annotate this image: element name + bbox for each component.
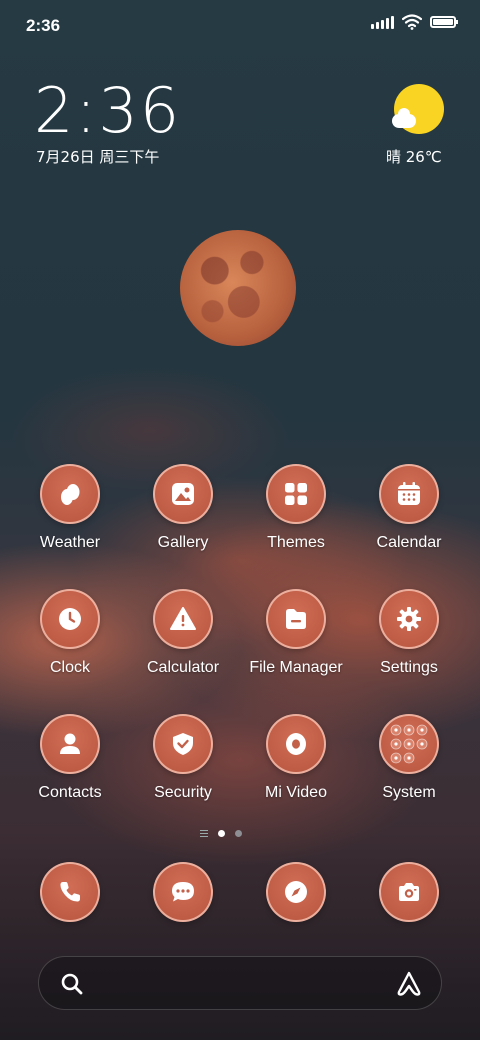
page-indicator[interactable]	[200, 830, 242, 837]
video-icon[interactable]	[266, 714, 326, 774]
clock-widget-date[interactable]: 7月26日 周三下午	[36, 146, 159, 167]
gallery-icon[interactable]	[153, 464, 213, 524]
weather-widget-text[interactable]: 晴 26℃	[386, 146, 442, 167]
battery-icon	[430, 16, 458, 28]
contacts-icon[interactable]	[40, 714, 100, 774]
camera-icon[interactable]	[379, 862, 439, 922]
cloud-icon	[392, 108, 416, 128]
messages-icon[interactable]	[153, 862, 213, 922]
dock-browser[interactable]	[241, 862, 351, 922]
clock-icon[interactable]	[40, 589, 100, 649]
app-gallery[interactable]: Gallery	[128, 464, 238, 552]
app-label: Security	[154, 784, 212, 801]
weather-icon[interactable]	[40, 464, 100, 524]
page-dot-active[interactable]	[218, 830, 225, 837]
clock-widget-time[interactable]: 2:36	[34, 74, 181, 147]
app-system-folder[interactable]: System	[354, 714, 464, 802]
calendar-icon[interactable]	[379, 464, 439, 524]
assistant-icon[interactable]	[395, 970, 423, 998]
app-label: Settings	[380, 659, 438, 676]
dock-camera[interactable]	[354, 862, 464, 922]
app-label: File Manager	[249, 659, 343, 676]
app-label: Calculator	[146, 659, 220, 676]
app-calendar[interactable]: Calendar	[354, 464, 464, 552]
wifi-icon	[402, 14, 422, 30]
app-label: Contacts	[38, 784, 102, 801]
app-security[interactable]: Security	[128, 714, 238, 802]
search-icon[interactable]	[59, 971, 85, 997]
app-label: Themes	[267, 534, 325, 551]
status-bar: 2:36	[0, 0, 480, 50]
gear-icon[interactable]	[379, 589, 439, 649]
app-weather[interactable]: Weather	[15, 464, 125, 552]
app-themes[interactable]: Themes	[241, 464, 351, 552]
app-label: Clock	[49, 659, 90, 676]
app-label: Gallery	[157, 534, 209, 551]
file-manager-icon[interactable]	[266, 589, 326, 649]
menu-icon[interactable]	[200, 830, 208, 837]
themes-icon[interactable]	[266, 464, 326, 524]
app-clock[interactable]: Clock	[15, 589, 125, 677]
weather-widget-icon[interactable]	[392, 84, 444, 136]
app-label: Weather	[39, 534, 101, 551]
dock-messages[interactable]	[128, 862, 238, 922]
app-label: Calendar	[376, 534, 442, 551]
app-mi-video[interactable]: Mi Video	[241, 714, 351, 802]
status-time: 2:36	[26, 16, 61, 35]
app-contacts[interactable]: Contacts	[15, 714, 125, 802]
app-label: System	[382, 784, 436, 801]
search-bar[interactable]	[38, 956, 442, 1010]
status-icons	[371, 14, 458, 30]
dock-phone[interactable]	[15, 862, 125, 922]
page-dot[interactable]	[235, 830, 242, 837]
folder-icon[interactable]	[379, 714, 439, 774]
moon-image	[180, 230, 296, 346]
app-calculator[interactable]: Calculator	[128, 589, 238, 677]
app-file-manager[interactable]: File Manager	[241, 589, 351, 677]
app-label: Mi Video	[265, 784, 327, 801]
shield-icon[interactable]	[153, 714, 213, 774]
calculator-icon[interactable]	[153, 589, 213, 649]
signal-icon	[371, 15, 394, 29]
phone-icon[interactable]	[40, 862, 100, 922]
app-settings[interactable]: Settings	[354, 589, 464, 677]
browser-icon[interactable]	[266, 862, 326, 922]
